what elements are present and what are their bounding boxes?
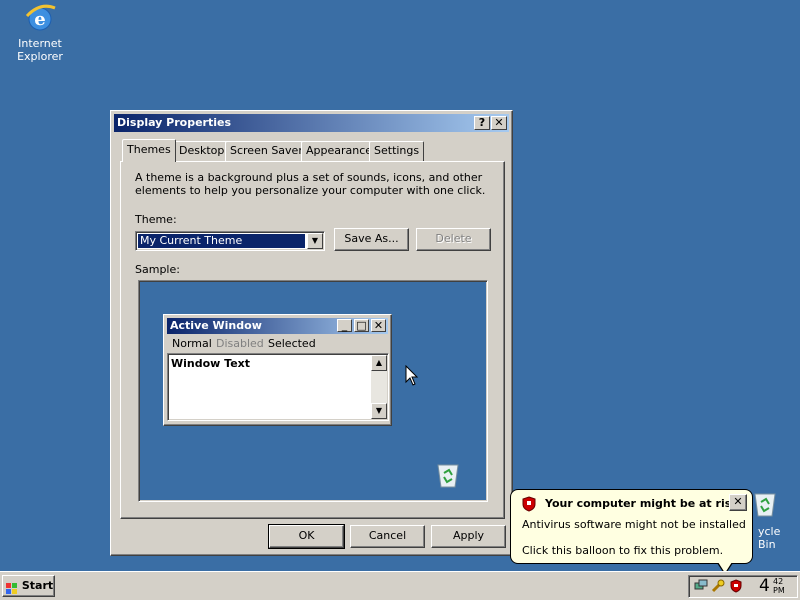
svg-text:e: e [34, 9, 45, 30]
balloon-line1: Antivirus software might not be installe… [522, 518, 746, 531]
title-bar[interactable]: Display Properties ? ✕ [114, 114, 509, 132]
sample-menu-normal: Normal [172, 337, 212, 350]
sample-scrollbar: ▲ ▼ [371, 355, 387, 419]
tab-settings[interactable]: Settings [369, 141, 425, 161]
shield-icon [521, 496, 537, 515]
internet-explorer-icon: e [23, 2, 57, 34]
theme-description: A theme is a background plus a set of so… [135, 171, 486, 197]
themes-panel: A theme is a background plus a set of so… [120, 161, 505, 519]
security-balloon[interactable]: Your computer might be at risk ✕ Antivir… [510, 489, 753, 564]
sample-preview: Active Window _ □ ✕ Normal Disabled Sele… [138, 280, 488, 502]
sample-title-bar: Active Window _ □ ✕ [167, 318, 388, 334]
clock-hour: 4 [759, 576, 770, 596]
windows-logo-icon [6, 581, 18, 594]
maximize-icon: □ [354, 319, 369, 332]
balloon-title: Your computer might be at risk [545, 497, 739, 510]
tab-themes[interactable]: Themes [122, 139, 176, 162]
apply-button[interactable]: Apply [431, 525, 506, 548]
theme-select-value: My Current Theme [138, 234, 305, 248]
tab-appearance[interactable]: Appearance [301, 141, 378, 161]
recycle-bin-icon[interactable] [752, 488, 778, 521]
desktop-icon-internet-explorer[interactable]: e Internet Explorer [5, 2, 75, 63]
close-button[interactable]: ✕ [491, 116, 507, 130]
security-shield-icon[interactable] [729, 579, 743, 596]
delete-button[interactable]: Delete [416, 228, 491, 251]
balloon-close-button[interactable]: ✕ [729, 494, 747, 511]
clock-ampm: PM [773, 586, 785, 595]
sample-text-area: Window Text ▲ ▼ [167, 353, 389, 421]
display-properties-window: Display Properties ? ✕ Themes Desktop Sc… [110, 110, 513, 556]
ie-label-line2: Explorer [17, 50, 63, 63]
save-as-button[interactable]: Save As... [334, 228, 409, 251]
sample-menu-selected: Selected [268, 337, 316, 350]
recycle-bin-label: ycle Bin [758, 525, 781, 551]
sample-menu-disabled: Disabled [216, 337, 264, 350]
help-button[interactable]: ? [474, 116, 490, 130]
ie-label-line1: Internet [18, 37, 62, 50]
tab-screen-saver[interactable]: Screen Saver [225, 141, 308, 161]
sample-recycle-bin-icon [435, 459, 461, 492]
sample-window-title: Active Window [170, 319, 262, 332]
scroll-down-icon: ▼ [371, 403, 387, 419]
system-tray: 4 42 PM [688, 575, 798, 598]
tab-desktop[interactable]: Desktop [174, 141, 230, 161]
start-button[interactable]: Start [2, 575, 55, 597]
window-title: Display Properties [117, 116, 232, 129]
minimize-icon: _ [337, 319, 352, 332]
mouse-cursor-icon [405, 364, 419, 390]
sample-label: Sample: [135, 263, 180, 276]
scroll-up-icon: ▲ [371, 355, 387, 371]
theme-select[interactable]: My Current Theme ▼ [135, 231, 325, 251]
sample-window-text: Window Text [171, 357, 251, 370]
theme-label: Theme: [135, 213, 177, 226]
clock-minute: 42 [773, 577, 784, 586]
start-label: Start [21, 579, 54, 592]
balloon-line2: Click this balloon to fix this problem. [522, 544, 724, 557]
sample-active-window: Active Window _ □ ✕ Normal Disabled Sele… [163, 314, 392, 426]
taskbar: Start 4 42 PM [0, 571, 800, 600]
tab-strip: Themes Desktop Screen Saver Appearance S… [118, 139, 508, 163]
close-icon: ✕ [371, 319, 386, 332]
chevron-down-icon[interactable]: ▼ [307, 233, 323, 249]
tools-icon[interactable] [711, 579, 725, 596]
network-icon[interactable] [694, 579, 708, 596]
ok-button[interactable]: OK [268, 524, 345, 549]
cancel-button[interactable]: Cancel [350, 525, 425, 548]
